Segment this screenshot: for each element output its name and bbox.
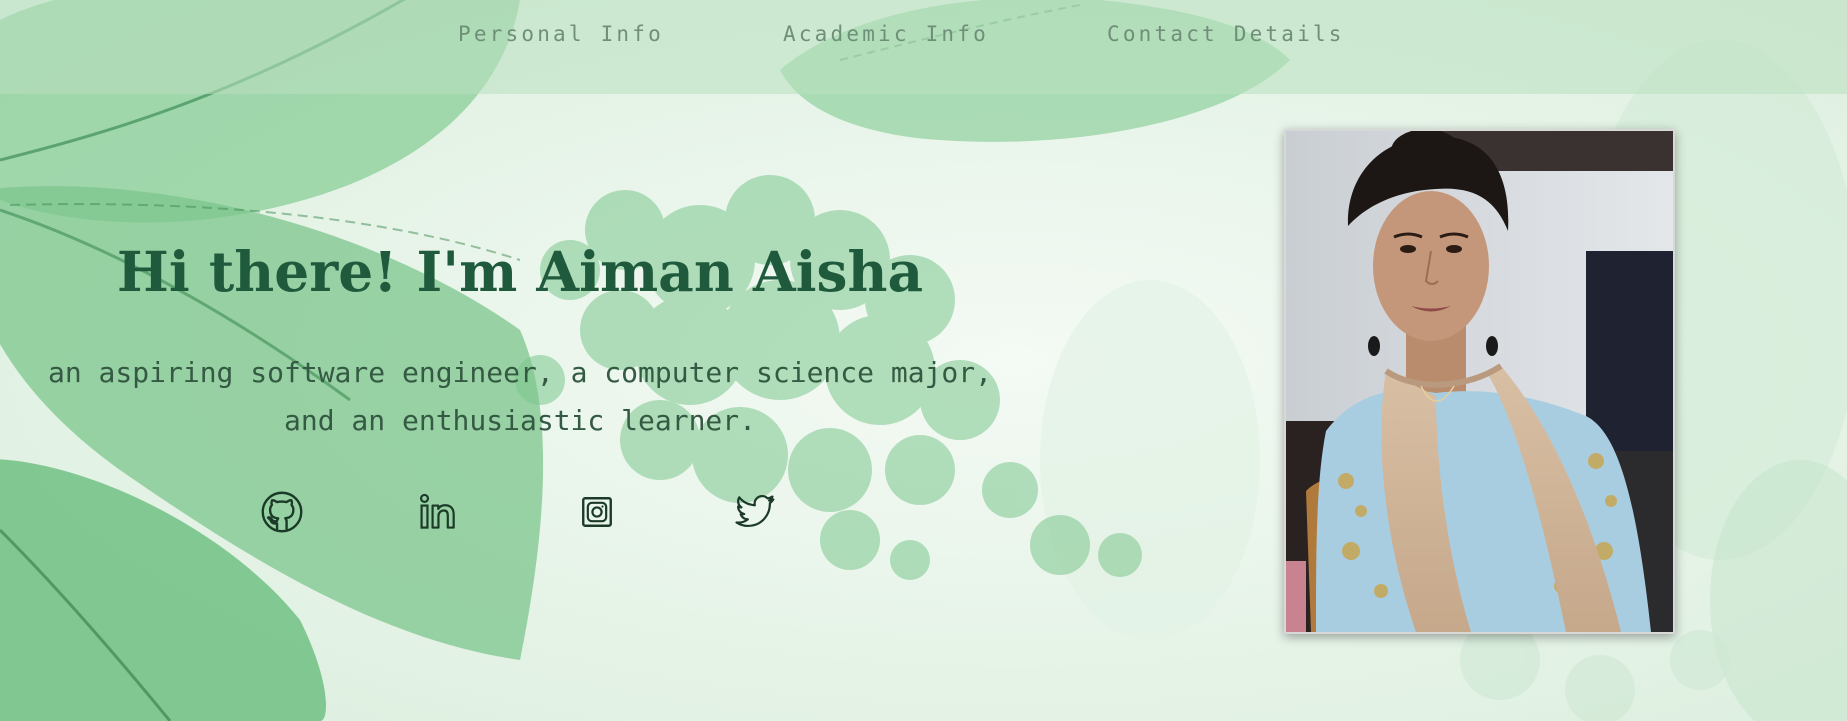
hero-subtitle-line-1: an aspiring software engineer, a compute… [47,356,992,389]
nav-personal-info[interactable]: Personal Info [458,22,664,46]
top-nav: Personal Info Academic Info Contact Deta… [0,0,1847,94]
linkedin-link[interactable] [415,488,463,536]
twitter-icon [735,494,775,528]
hero-subtitle: an aspiring software engineer, a compute… [0,349,1080,445]
twitter-link[interactable] [731,488,779,536]
profile-photo [1284,129,1675,634]
github-icon [261,491,303,533]
hero-subtitle-line-2: and an enthusiastic learner. [283,404,756,437]
hero-title: Hi there! I'm Aiman Aisha [116,239,924,304]
instagram-icon [582,497,612,527]
linkedin-icon [419,493,455,529]
nav-academic-info[interactable]: Academic Info [783,22,989,46]
nav-contact-details[interactable]: Contact Details [1107,22,1345,46]
github-link[interactable] [258,488,306,536]
instagram-link[interactable] [573,488,621,536]
profile-photo-image [1286,131,1673,632]
